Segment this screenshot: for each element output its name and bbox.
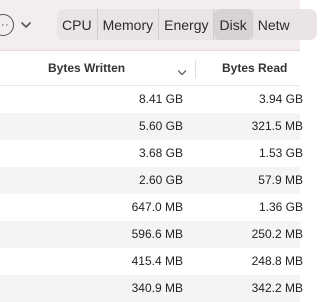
bytes-read-cell: 321.5 MB — [251, 119, 303, 133]
table-row[interactable]: 415.4 MB 248.8 MB — [0, 248, 303, 275]
bytes-written-cell: 2.60 GB — [138, 173, 183, 187]
more-glyph: ··· — [0, 19, 10, 31]
chevron-down-icon[interactable] — [177, 64, 187, 82]
ellipsis-circle-icon[interactable]: ··· — [0, 14, 14, 36]
column-header-bytes-read[interactable]: Bytes Read — [222, 51, 287, 85]
bytes-read-cell: 250.2 MB — [251, 227, 303, 241]
bytes-read-cell: 1.53 GB — [258, 146, 303, 160]
column-divider[interactable] — [195, 60, 196, 78]
bytes-read-cell: 3.94 GB — [258, 92, 303, 106]
bytes-read-cell: 342.2 MB — [251, 281, 303, 295]
bytes-written-cell: 340.9 MB — [131, 281, 183, 295]
chevron-down-icon[interactable] — [18, 14, 34, 36]
table-row[interactable]: 5.60 GB 321.5 MB — [0, 113, 303, 140]
bytes-written-cell: 5.60 GB — [138, 119, 183, 133]
table-row[interactable]: 596.6 MB 250.2 MB — [0, 221, 303, 248]
table-row[interactable]: 3.68 GB 1.53 GB — [0, 140, 303, 167]
tab-disk[interactable]: Disk — [214, 9, 253, 40]
toolbar: ··· CPU Memory Energy Disk Netw — [0, 0, 317, 51]
table-body: 8.41 GB 3.94 GB 5.60 GB 321.5 MB 3.68 GB… — [0, 86, 303, 302]
bytes-written-cell: 3.68 GB — [138, 146, 183, 160]
table-row[interactable]: 8.41 GB 3.94 GB — [0, 86, 303, 113]
tab-network[interactable]: Netw — [253, 9, 295, 40]
bytes-read-cell: 248.8 MB — [251, 254, 303, 268]
table-row[interactable]: 2.60 GB 57.9 MB — [0, 167, 303, 194]
tab-cpu[interactable]: CPU — [57, 9, 98, 40]
bytes-written-cell: 8.41 GB — [138, 92, 183, 106]
table-header: Bytes Written Bytes Read — [0, 51, 300, 86]
tab-memory[interactable]: Memory — [98, 9, 160, 40]
bytes-written-cell: 596.6 MB — [131, 227, 183, 241]
table-row[interactable]: 340.9 MB 342.2 MB — [0, 275, 303, 302]
bytes-read-cell: 1.36 GB — [258, 200, 303, 214]
tab-energy[interactable]: Energy — [159, 9, 215, 40]
table-row[interactable]: 647.0 MB 1.36 GB — [0, 194, 303, 221]
bytes-written-cell: 415.4 MB — [131, 254, 183, 268]
tab-bar: CPU Memory Energy Disk Netw — [57, 9, 317, 40]
bytes-read-cell: 57.9 MB — [258, 173, 303, 187]
column-header-bytes-written[interactable]: Bytes Written — [48, 51, 125, 85]
bytes-written-cell: 647.0 MB — [131, 200, 183, 214]
